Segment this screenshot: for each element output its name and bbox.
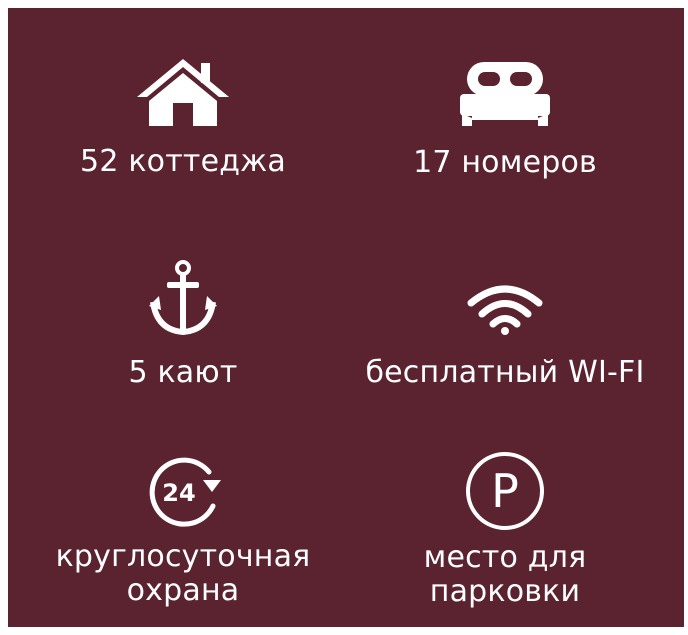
feature-cottages: 52 коттеджа: [80, 57, 286, 179]
feature-label: 52 коттеджа: [80, 144, 286, 179]
feature-label: бесплатный WI-FI: [365, 355, 645, 390]
feature-rooms: 17 номеров: [405, 58, 605, 180]
parking-icon: P: [466, 452, 544, 530]
clock-24-icon: 24: [149, 457, 221, 527]
feature-label: место для парковки: [355, 541, 655, 609]
feature-label-line: охрана: [126, 573, 240, 608]
feature-label-line: место для: [423, 540, 587, 575]
feature-cabins: 5 кают: [83, 260, 283, 390]
bed-icon: [460, 62, 550, 126]
wifi-icon: [467, 285, 543, 335]
feature-security: 24 круглосуточная охрана: [33, 452, 333, 608]
feature-parking: P место для парковки: [355, 449, 655, 609]
clock-24-text: 24: [162, 479, 195, 507]
feature-label-line: круглосуточная: [55, 539, 311, 574]
feature-label: круглосуточная охрана: [33, 540, 333, 608]
feature-label: 5 кают: [128, 355, 238, 390]
feature-label-line: парковки: [429, 574, 581, 609]
feature-wifi: бесплатный WI-FI: [355, 285, 655, 390]
feature-label: 17 номеров: [413, 145, 597, 180]
house-icon: [137, 59, 229, 126]
anchor-icon: [149, 260, 217, 336]
parking-letter: P: [491, 464, 519, 518]
